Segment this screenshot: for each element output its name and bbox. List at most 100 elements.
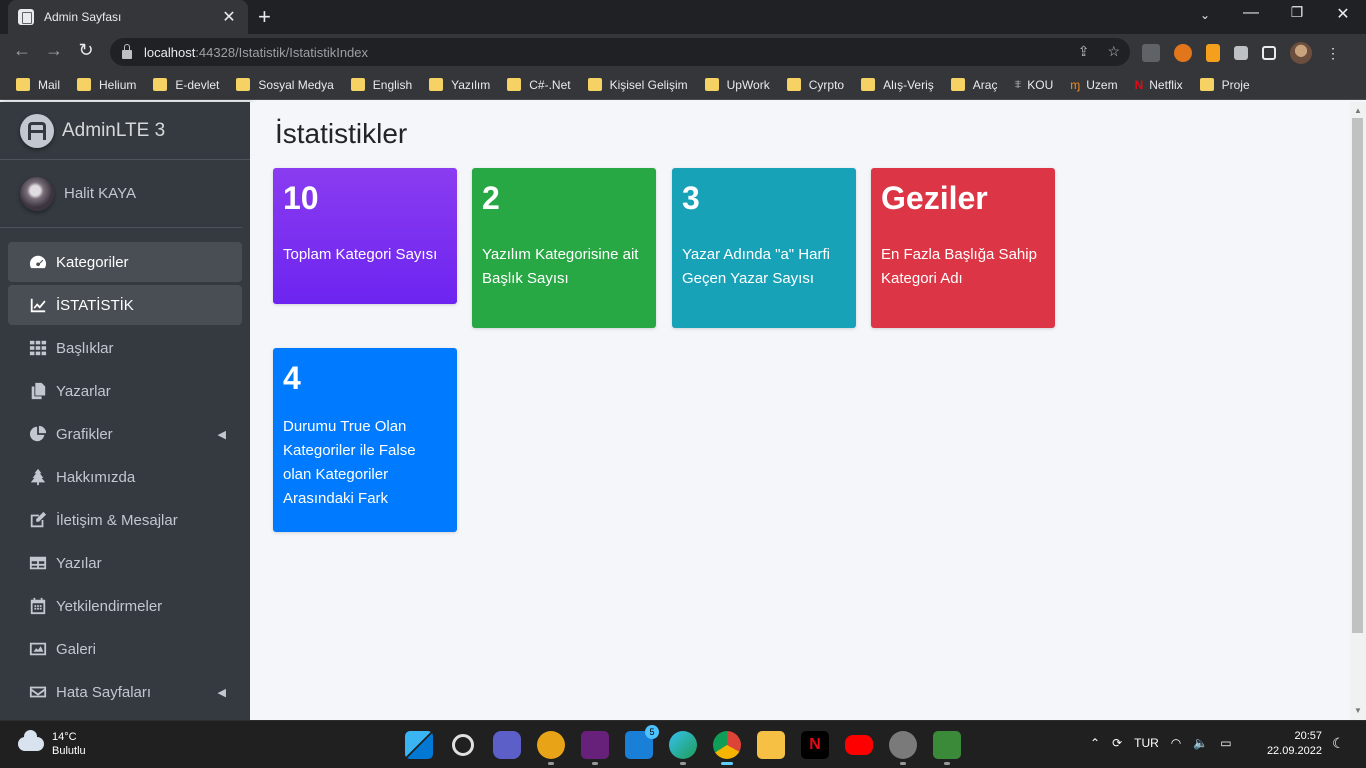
stat-box-authors-with-a[interactable]: 3 Yazar Adında "a" Harfi Geçen Yazar Say… (672, 168, 856, 328)
puzzle-extensions-icon[interactable] (1234, 46, 1248, 60)
teams-icon[interactable] (493, 731, 521, 759)
weather-widget[interactable]: 14°C Bulutlu (18, 730, 86, 758)
sidebar-item-label: İSTATİSTİK (56, 296, 134, 314)
sidebar-item-galeri[interactable]: Galeri (8, 629, 242, 669)
sync-icon[interactable]: ⟳ (1112, 736, 1122, 750)
stat-box-software-titles[interactable]: 2 Yazılım Kategorisine ait Başlık Sayısı (472, 168, 656, 328)
restore-button[interactable]: ❐ (1274, 4, 1320, 21)
user-panel: Halit KAYA (0, 160, 242, 228)
notifications-icon[interactable]: ☾ (1332, 735, 1345, 752)
settings-icon[interactable] (889, 731, 917, 765)
bookmark-upwork[interactable]: UpWork (704, 78, 770, 92)
stat-box-top-category[interactable]: Geziler En Fazla Başlığa Sahip Kategori … (871, 168, 1055, 328)
brave-icon[interactable] (537, 731, 565, 765)
battery-icon[interactable]: ▭ (1220, 736, 1231, 750)
sidebar-item-istatistik[interactable]: İSTATİSTİK (8, 285, 242, 325)
browser-tab[interactable]: Admin Sayfası ✕ (8, 0, 248, 34)
bookmark-netflix[interactable]: N Netflix (1135, 78, 1183, 92)
bookmark-star-icon[interactable]: ☆ (1107, 43, 1120, 60)
bookmark-alis-veris[interactable]: Alış-Veriş (861, 78, 934, 92)
bookmark-english[interactable]: English (350, 78, 412, 92)
uzem-icon: ɱ (1070, 77, 1081, 92)
snipping-tool-icon[interactable] (933, 731, 961, 765)
wifi-icon[interactable]: ◠ (1171, 736, 1181, 750)
profile-avatar[interactable] (1290, 42, 1312, 64)
visual-studio-icon[interactable] (581, 731, 609, 765)
page-scrollbar[interactable]: ▲ ▼ (1350, 102, 1366, 720)
table-icon (28, 554, 48, 572)
search-icon[interactable] (452, 734, 474, 756)
sidebar-item-kategoriler[interactable]: Kategoriler (8, 242, 242, 282)
forward-button[interactable]: → (42, 40, 66, 61)
sidebar-item-yazarlar[interactable]: Yazarlar (8, 371, 242, 411)
bookmark-csharp-net[interactable]: C#-.Net (507, 78, 571, 92)
address-bar[interactable]: localhost :44328/Istatistik/IstatistikIn… (110, 38, 1130, 66)
brand-link[interactable]: AdminLTE 3 (0, 102, 250, 160)
menu-icon[interactable]: ⋮ (1326, 45, 1340, 62)
bookmark-kou[interactable]: ⩨ KOU (1014, 77, 1053, 92)
url-path: :44328/Istatistik/IstatistikIndex (195, 44, 369, 60)
start-icon[interactable] (405, 731, 433, 759)
netflix-app-icon[interactable]: N (801, 731, 829, 759)
envelope-icon (28, 683, 48, 701)
key-extension-icon[interactable] (1206, 44, 1220, 62)
url-host: localhost (144, 44, 196, 60)
page-title: İstatistikler (275, 118, 408, 149)
sidebar-item-yetkilendirmeler[interactable]: Yetkilendirmeler (8, 586, 242, 626)
mail-icon[interactable]: 5 (625, 725, 659, 759)
scroll-down-icon[interactable]: ▼ (1354, 706, 1362, 715)
chrome-icon[interactable] (713, 731, 741, 765)
back-button[interactable]: ← (10, 40, 34, 61)
sidebar-item-label: Hata Sayfaları (56, 683, 152, 701)
chevron-up-icon[interactable]: ⌃ (1090, 736, 1100, 750)
bookmark-sosyal-medya[interactable]: Sosyal Medya (236, 78, 334, 92)
metamask-extension-icon[interactable] (1174, 44, 1192, 62)
bookmark-arac[interactable]: Araç (950, 78, 997, 92)
edge-icon[interactable] (669, 731, 697, 765)
stat-label: Toplam Kategori Sayısı (283, 246, 438, 263)
sidebar-item-label: Hakkımızda (56, 468, 136, 486)
stat-box-status-difference[interactable]: 4 Durumu True Olan Kategoriler ile False… (273, 348, 457, 532)
file-explorer-icon[interactable] (757, 731, 785, 759)
bookmark-yazilim[interactable]: Yazılım (429, 78, 490, 92)
bookmark-helium[interactable]: Helium (77, 78, 136, 92)
lock-icon[interactable] (122, 43, 132, 59)
close-window-button[interactable]: ✕ (1320, 4, 1366, 24)
user-name[interactable]: Halit KAYA (64, 185, 136, 202)
stat-box-total-categories[interactable]: 10 Toplam Kategori Sayısı (273, 168, 457, 304)
bookmark-cyrpto[interactable]: Cyrpto (786, 78, 844, 92)
sidebar-item-iletisim-mesajlar[interactable]: İletişim & Mesajlar (8, 500, 242, 540)
bookmarks-bar: Mail Helium E-devlet Sosyal Medya Englis… (0, 70, 1366, 100)
tab-search-icon[interactable]: ⌄ (1182, 8, 1228, 22)
stat-label: Yazılım Kategorisine ait Başlık Sayısı (482, 246, 639, 287)
chevron-left-icon: ◀ (217, 428, 226, 441)
sidebar-item-hakkimizda[interactable]: Hakkımızda (8, 457, 242, 497)
youtube-icon[interactable] (845, 735, 873, 755)
pie-chart-icon (28, 425, 48, 443)
sidebar-item-label: Galeri (56, 640, 97, 658)
adminlte-logo-icon (20, 113, 54, 148)
sidebar-item-hata-sayfalari[interactable]: Hata Sayfaları ◀ (8, 672, 242, 712)
folder-icon (16, 78, 30, 91)
translate-extension-icon[interactable] (1142, 44, 1160, 62)
bookmark-kisisel-gelisim[interactable]: Kişisel Gelişim (587, 78, 688, 92)
side-panel-icon[interactable] (1262, 46, 1276, 60)
reload-button[interactable]: ↻ (74, 40, 98, 61)
sidebar-item-basliklar[interactable]: Başlıklar (8, 328, 242, 368)
bookmark-mail[interactable]: Mail (16, 78, 60, 92)
folder-icon (77, 78, 92, 91)
new-tab-button[interactable]: + (258, 4, 271, 30)
bookmark-proje[interactable]: Proje (1199, 78, 1250, 92)
clock[interactable]: 20:57 22.09.2022 (1262, 729, 1322, 759)
scroll-up-icon[interactable]: ▲ (1354, 106, 1362, 115)
scroll-thumb[interactable] (1352, 118, 1363, 633)
language-indicator[interactable]: TUR (1134, 736, 1159, 750)
tab-close-icon[interactable]: ✕ (220, 7, 238, 27)
minimize-button[interactable]: — (1228, 4, 1274, 22)
bookmark-edevlet[interactable]: E-devlet (153, 78, 219, 92)
sidebar-item-grafikler[interactable]: Grafikler ◀ (8, 414, 242, 454)
share-icon[interactable]: ⇪ (1078, 43, 1090, 60)
bookmark-uzem[interactable]: ɱ Uzem (1070, 78, 1117, 92)
volume-icon[interactable]: 🔈 (1193, 736, 1208, 750)
sidebar-item-yazilar[interactable]: Yazılar (8, 543, 242, 583)
